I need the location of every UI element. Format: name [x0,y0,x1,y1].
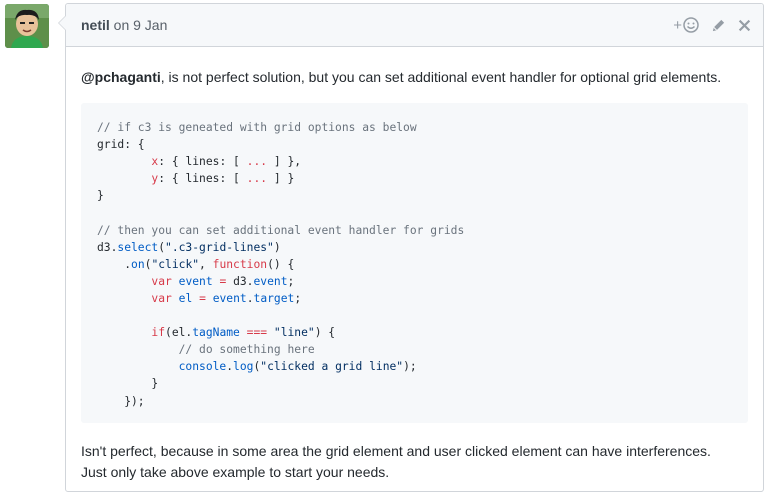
code-line: }); [97,394,145,408]
comment-intro: @pchaganti, is not perfect solution, but… [81,67,748,87]
code-line: } [97,189,104,203]
comment-intro-text: , is not perfect solution, but you can s… [160,69,722,85]
code-line: y: { lines: [ ... ] } [151,172,295,186]
code-line: // then you can set additional event han… [97,223,465,237]
code-line: var el = event.target; [151,291,302,305]
comment-actions: + [673,4,751,46]
code-line: grid: { [97,138,145,152]
code-line: if(el.tagName === "line") { [151,326,336,340]
comment-outro: Isn't perfect, because in some area the … [81,441,748,483]
reaction-plus-label: + [673,16,682,34]
edit-button[interactable] [711,18,726,33]
user-mention-link[interactable]: @pchaganti [81,69,161,85]
code-line: } [97,377,159,391]
avatar[interactable] [5,4,49,48]
comment-outro-line-1: Isn't perfect, because in some area the … [81,443,711,459]
code-line: var event = d3.event; [151,274,295,288]
code-line: .on("click", function() { [97,257,295,271]
code-line: // do something here [178,343,315,357]
pencil-icon [712,19,725,31]
code-line: d3.select(".c3-grid-lines") [97,240,281,254]
comment-header: netil on 9 Jan + [66,4,763,47]
code-line: console.log("clicked a grid line"); [178,360,417,374]
close-icon [738,19,751,31]
code-line: // if c3 is geneated with grid options a… [97,121,417,134]
avatar-image [5,4,49,48]
comment-date[interactable]: on 9 Jan [114,17,168,33]
comment-author[interactable]: netil [81,17,110,33]
smiley-icon [683,17,699,33]
code-block[interactable]: // if c3 is geneated with grid options a… [81,103,748,423]
code-line: x: { lines: [ ... ] }, [151,155,302,169]
comment-body: @pchaganti, is not perfect solution, but… [66,67,763,483]
delete-button[interactable] [738,19,751,32]
comment-outro-line-2: Just only take above example to start yo… [81,464,390,480]
add-reaction-button[interactable]: + [673,17,699,33]
comment-box: netil on 9 Jan + @pchaganti, is not perf… [58,3,764,492]
